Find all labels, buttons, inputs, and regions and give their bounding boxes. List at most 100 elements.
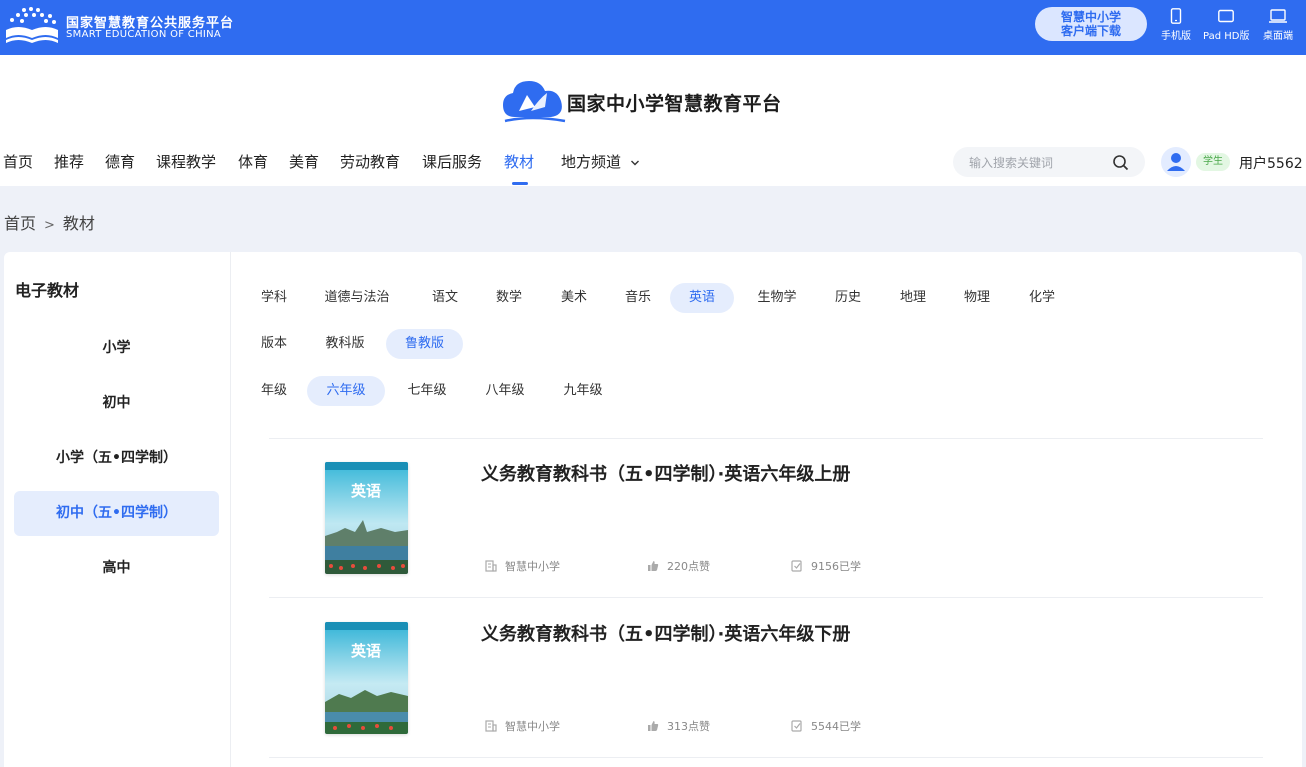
brand-logo[interactable]: 国家中小学智慧教育平台	[501, 77, 781, 125]
book-card[interactable]: 英语 义务教育教科书（五•四学制）·英语六年级上册 智慧中小学 220点赞 91…	[269, 438, 1263, 598]
book-likes: 220点赞	[647, 558, 710, 574]
book-likes-text: 220点赞	[667, 560, 710, 573]
search-icon[interactable]	[1112, 154, 1130, 172]
sidebar-item-primary[interactable]: 小学	[14, 326, 219, 371]
subject-chip[interactable]: 历史	[828, 283, 868, 313]
sidebar-title: 电子教材	[15, 281, 80, 300]
book-learned: 9156已学	[791, 558, 861, 574]
edition-label: 版本	[261, 336, 288, 351]
org-name-en: SMART EDUCATION OF CHINA	[66, 29, 222, 40]
cover-title: 英语	[351, 482, 381, 500]
book-source: 智慧中小学	[485, 718, 560, 734]
breadcrumb-home[interactable]: 首页	[4, 214, 36, 233]
device-phone-label: 手机版	[1161, 31, 1191, 42]
site-header: 国家中小学智慧教育平台 首页 推荐 德育 课程教学 体育 美育 劳动教育 课后服…	[0, 55, 1306, 186]
book-likes-text: 313点赞	[667, 720, 710, 733]
chevron-down-icon	[630, 160, 639, 166]
book-learned: 5544已学	[791, 718, 861, 734]
grade-chip[interactable]: 七年级	[399, 376, 455, 406]
client-download-button[interactable]: 智慧中小学 客户端下载	[1035, 7, 1147, 41]
user-icon	[1167, 153, 1185, 171]
sidebar-item-senior[interactable]: 高中	[14, 546, 219, 591]
subject-chip[interactable]: 地理	[893, 283, 933, 313]
subject-chip[interactable]: 道德与法治	[319, 283, 395, 313]
nav-moral[interactable]: 德育	[105, 151, 135, 172]
book-cover-image: 英语	[325, 462, 408, 574]
nav-arts[interactable]: 美育	[289, 151, 319, 172]
nav-labor[interactable]: 劳动教育	[340, 151, 400, 172]
cover-title: 英语	[351, 642, 381, 660]
active-nav-indicator	[512, 182, 528, 185]
subject-chip-active[interactable]: 英语	[670, 283, 734, 313]
book-title[interactable]: 义务教育教科书（五•四学制）·英语六年级上册	[481, 460, 850, 486]
subject-chip[interactable]: 美术	[554, 283, 594, 313]
search-box[interactable]: 输入搜索关键词	[953, 147, 1145, 177]
grade-chip[interactable]: 八年级	[477, 376, 533, 406]
breadcrumb: 首页 > 教材	[4, 210, 95, 234]
breadcrumb-separator: >	[44, 218, 55, 233]
device-tablet-label: Pad HD版	[1203, 31, 1250, 42]
thumbs-up-icon	[648, 561, 659, 571]
grade-chip[interactable]: 九年级	[555, 376, 611, 406]
learned-icon	[791, 720, 802, 732]
building-icon	[485, 560, 497, 572]
device-desktop[interactable]: 桌面端	[1263, 8, 1293, 42]
subject-chip[interactable]: 生物学	[749, 283, 805, 313]
download-line-1: 智慧中小学	[1060, 10, 1121, 24]
book-source-text: 智慧中小学	[505, 560, 560, 573]
book-source: 智慧中小学	[485, 558, 560, 574]
breadcrumb-current: 教材	[62, 214, 95, 233]
list-divider	[269, 757, 1263, 758]
book-likes: 313点赞	[647, 718, 710, 734]
subject-chip[interactable]: 语文	[425, 283, 465, 313]
smart-education-logo-icon	[6, 7, 58, 43]
sidebar-item-junior[interactable]: 初中	[14, 381, 219, 426]
book-cover[interactable]: 英语	[325, 462, 408, 574]
grade-label: 年级	[261, 383, 288, 398]
download-line-2: 客户端下载	[1060, 24, 1121, 38]
sidebar-item-junior-54[interactable]: 初中（五•四学制）	[14, 491, 219, 536]
nav-local-channel-label: 地方频道	[561, 153, 622, 171]
edition-chip[interactable]: 教科版	[319, 329, 371, 359]
nav-textbooks[interactable]: 教材	[504, 151, 534, 172]
book-title[interactable]: 义务教育教科书（五•四学制）·英语六年级下册	[481, 620, 850, 646]
device-phone[interactable]: 手机版	[1161, 8, 1191, 42]
avatar[interactable]	[1161, 147, 1191, 177]
subject-label: 学科	[261, 290, 288, 305]
device-tablet[interactable]: Pad HD版	[1203, 8, 1249, 42]
brand-title: 国家中小学智慧教育平台	[567, 93, 782, 115]
building-icon	[485, 720, 497, 732]
book-card[interactable]: 英语 义务教育教科书（五•四学制）·英语六年级下册 智慧中小学 313点赞 55…	[269, 598, 1263, 758]
book-cover[interactable]: 英语	[325, 622, 408, 734]
book-source-text: 智慧中小学	[505, 720, 560, 733]
nav-recommend[interactable]: 推荐	[54, 151, 84, 172]
nav-sports[interactable]: 体育	[238, 151, 268, 172]
stage-sidebar: 电子教材 小学 初中 小学（五•四学制） 初中（五•四学制） 高中	[4, 252, 231, 767]
content-panel: 电子教材 小学 初中 小学（五•四学制） 初中（五•四学制） 高中 学科 道德与…	[4, 252, 1302, 767]
thumbs-up-icon	[648, 721, 659, 731]
subject-chip[interactable]: 数学	[489, 283, 529, 313]
book-learned-text: 9156已学	[811, 560, 861, 573]
tablet-icon	[1218, 9, 1235, 23]
device-desktop-label: 桌面端	[1263, 31, 1293, 42]
book-learned-text: 5544已学	[811, 720, 861, 733]
nav-courses[interactable]: 课程教学	[156, 151, 216, 172]
laptop-icon	[1269, 9, 1287, 23]
nav-after-school[interactable]: 课后服务	[422, 151, 482, 172]
top-bar: 国家智慧教育公共服务平台 SMART EDUCATION OF CHINA 智慧…	[0, 0, 1306, 55]
book-cover-image: 英语	[325, 622, 408, 734]
cloud-book-logo-icon	[503, 81, 566, 123]
subject-chip[interactable]: 化学	[1022, 283, 1062, 313]
subject-chip[interactable]: 音乐	[618, 283, 658, 313]
role-badge: 学生	[1196, 153, 1230, 171]
nav-local-channel[interactable]: 地方频道	[561, 151, 640, 172]
grade-chip-active[interactable]: 六年级	[307, 376, 385, 406]
nav-home[interactable]: 首页	[3, 151, 33, 172]
phone-icon	[1170, 8, 1182, 24]
learned-icon	[791, 560, 802, 572]
username[interactable]: 用户5562	[1239, 153, 1303, 173]
edition-chip-active[interactable]: 鲁教版	[386, 329, 463, 359]
sidebar-item-primary-54[interactable]: 小学（五•四学制）	[14, 436, 219, 481]
subject-chip[interactable]: 物理	[957, 283, 997, 313]
search-input[interactable]: 输入搜索关键词	[969, 154, 1053, 171]
